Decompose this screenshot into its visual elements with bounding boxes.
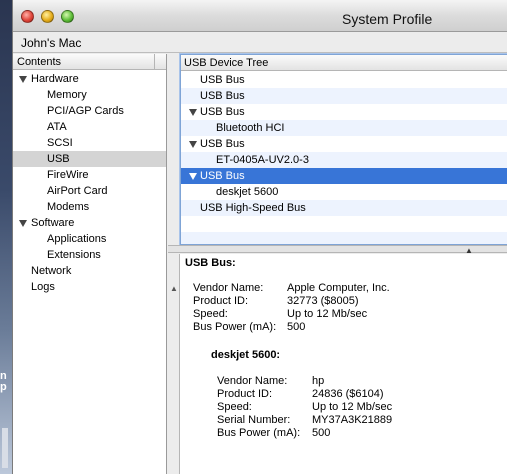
sidebar-item-label: PCI/AGP Cards [47,105,124,117]
scroll-indicator-icon[interactable]: ▲ [170,284,178,293]
sidebar-item-label: Software [31,217,75,229]
detail-value: MY37A3K21889 [312,414,393,426]
device-tree-header[interactable]: USB Device Tree [181,55,507,71]
disclosure-triangle-icon[interactable] [189,109,197,116]
title-bar[interactable]: System Profile [13,0,507,32]
device-row-label: USB Bus [200,106,245,118]
sidebar-item-ata[interactable]: ATA [13,119,166,135]
sidebar-item-label: SCSI [47,137,73,149]
sidebar-item-airport-card[interactable]: AirPort Card [13,183,166,199]
detail-key: Speed: [193,308,228,320]
sidebar-item-extensions[interactable]: Extensions [13,247,166,263]
disclosure-triangle-icon[interactable] [189,141,197,148]
disclosure-triangle-icon[interactable] [189,173,197,180]
detail-value: 32773 ($8005) [287,295,359,307]
desktop-glyph: p [0,381,7,393]
detail-key: Product ID: [193,295,249,307]
device-tree-header-label: USB Device Tree [184,57,269,69]
detail-value: hp [312,375,325,387]
sidebar-item-network[interactable]: Network [13,263,166,279]
detail-key: Serial Number: [217,414,291,426]
device-row-label: deskjet 5600 [216,186,279,198]
sidebar-item-memory[interactable]: Memory [13,87,166,103]
window-title: System Profile [342,11,433,27]
device-row-label: USB Bus [200,170,245,182]
detail-value: Up to 12 Mb/sec [287,308,368,320]
sidebar-item-hardware[interactable]: Hardware [13,71,166,87]
device-row-deskjet-5600[interactable]: deskjet 5600 [181,184,507,200]
detail-value: 24836 ($6104) [312,388,384,400]
detail-value: 500 [312,427,331,439]
device-row-empty [181,216,507,232]
sidebar-item-label: Hardware [31,73,79,85]
zoom-button[interactable] [61,10,74,23]
device-row-label: USB High-Speed Bus [200,202,306,214]
disclosure-triangle-icon[interactable] [19,220,27,227]
sidebar-item-applications[interactable]: Applications [13,231,166,247]
detail-key: Product ID: [217,388,273,400]
device-row-usb-bus[interactable]: USB Bus [181,88,507,104]
machine-name: John's Mac [21,36,82,50]
desktop-item [2,428,8,468]
sidebar-item-modems[interactable]: Modems [13,199,166,215]
detail-key: Bus Power (mA): [193,321,277,333]
sidebar-item-logs[interactable]: Logs [13,279,166,295]
sidebar-item-firewire[interactable]: FireWire [13,167,166,183]
system-profile-window: System Profile John's Mac Contents Hardw… [12,0,507,474]
sidebar-item-label: Network [31,265,72,277]
sidebar-item-usb[interactable]: USB [13,151,166,167]
device-row-label: USB Bus [200,74,245,86]
desktop-backdrop: n p [0,0,12,474]
device-row-label: Bluetooth HCI [216,122,285,134]
close-button[interactable] [21,10,34,23]
contents-header-label: Contents [17,56,62,68]
disclosure-triangle-icon[interactable] [19,76,27,83]
detail-key: Vendor Name: [193,282,264,294]
sidebar-item-pci-agp-cards[interactable]: PCI/AGP Cards [13,103,166,119]
device-row-et-0405a[interactable]: ET-0405A-UV2.0-3 [181,152,507,168]
bus-title: USB Bus: [185,257,236,269]
device-row-usb-bus[interactable]: USB Bus [181,136,507,152]
sidebar-item-software[interactable]: Software [13,215,166,231]
machine-bar: John's Mac [13,33,507,53]
sidebar-item-label: Logs [31,281,55,293]
device-title: deskjet 5600: [211,349,281,361]
sidebar-item-label: ATA [47,121,67,133]
device-row-label: ET-0405A-UV2.0-3 [216,154,309,166]
device-row-empty [181,232,507,244]
device-row-bluetooth-hci[interactable]: Bluetooth HCI [181,120,507,136]
device-row-usb-high-speed-bus[interactable]: USB High-Speed Bus [181,200,507,216]
detail-value: Apple Computer, Inc. [287,282,390,294]
device-details: USB Bus: Vendor Name: Apple Computer, In… [179,254,507,474]
pane-splitter[interactable]: ▲ [168,245,507,255]
detail-key: Speed: [217,401,252,413]
usb-device-tree: USB Device Tree USB Bus USB Bus USB Bus … [180,54,507,245]
sidebar-item-label: Modems [47,201,90,213]
header-divider [154,54,155,70]
sidebar-item-label: FireWire [47,169,89,181]
device-row-label: USB Bus [200,90,245,102]
contents-sidebar: Contents Hardware Memory PCI/AGP Cards A… [13,54,167,474]
sidebar-item-label: USB [47,153,70,165]
sidebar-item-label: Applications [47,233,107,245]
detail-key: Bus Power (mA): [217,427,301,439]
device-row-usb-bus-selected[interactable]: USB Bus [181,168,507,184]
sidebar-item-scsi[interactable]: SCSI [13,135,166,151]
contents-header[interactable]: Contents [13,54,166,70]
sidebar-item-label: Memory [47,89,87,101]
detail-value: Up to 12 Mb/sec [312,401,393,413]
device-row-usb-bus[interactable]: USB Bus [181,104,507,120]
detail-value: 500 [287,321,306,333]
detail-key: Vendor Name: [217,375,288,387]
minimize-button[interactable] [41,10,54,23]
sidebar-item-label: AirPort Card [47,185,108,197]
sidebar-item-label: Extensions [47,249,101,261]
device-row-usb-bus[interactable]: USB Bus [181,72,507,88]
device-row-label: USB Bus [200,138,245,150]
